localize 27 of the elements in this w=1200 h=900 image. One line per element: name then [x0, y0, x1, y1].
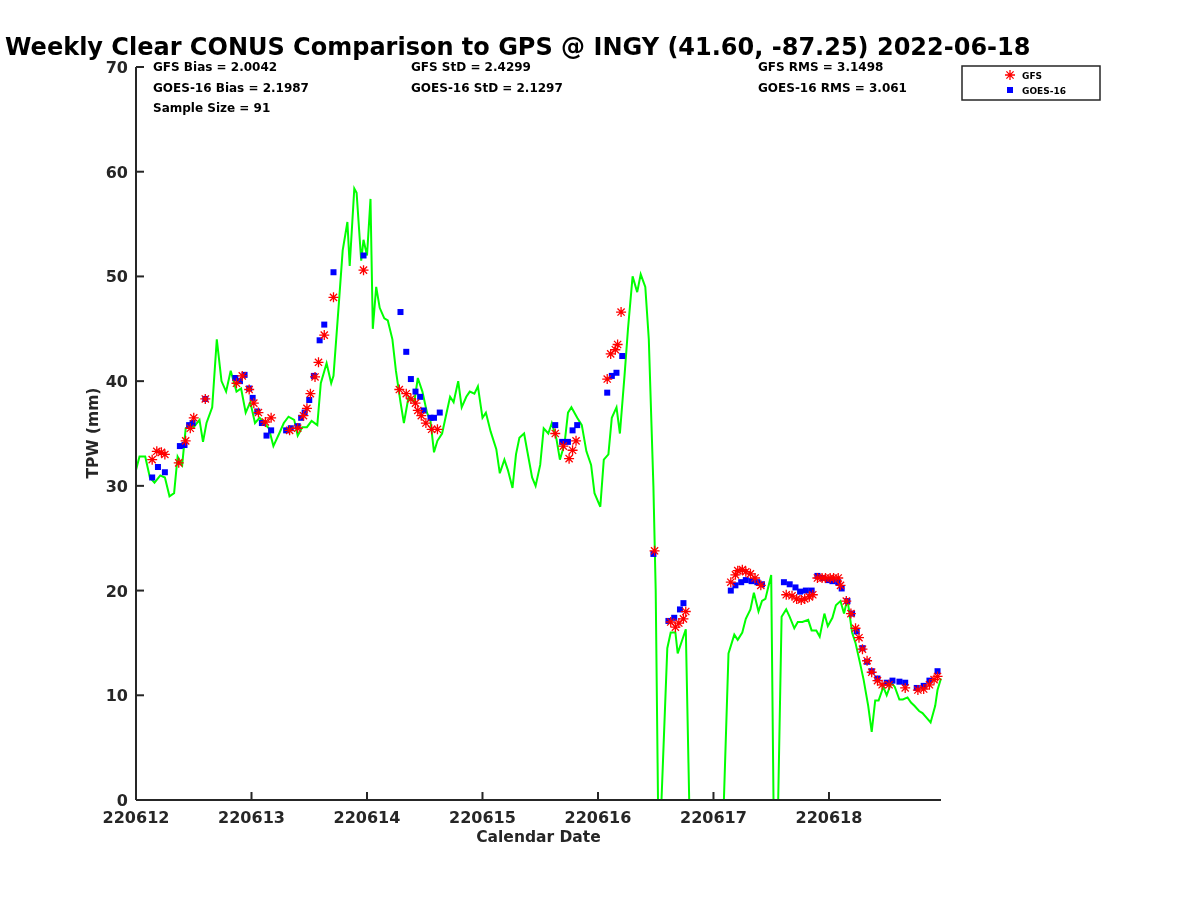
axis-tick-label: 30: [105, 476, 128, 496]
legend-label: GFS: [1022, 70, 1043, 81]
y-axis-label: TPW (mm): [84, 387, 102, 479]
axis-tick-label: 10: [105, 686, 128, 706]
statistic-label: GOES-16 Bias = 2.1987: [153, 80, 309, 95]
axis-tick-label: 0: [116, 791, 128, 810]
statistic-label: GOES-16 RMS = 3.061: [758, 80, 907, 95]
axis-tick-label: 220615: [449, 808, 516, 827]
axis-tick-label: 40: [105, 372, 128, 392]
statistic-label: GFS Bias = 2.0042: [153, 60, 278, 74]
axis-tick-label: 220612: [102, 808, 170, 827]
chart-title: Weekly Clear CONUS Comparison to GPS @ INGY (41.60, -87.25) 2022-06-18: [5, 33, 1031, 61]
axis-tick-label: 70: [105, 58, 128, 77]
axis-tick-label: 220614: [333, 808, 401, 827]
axis-tick-label: 20: [105, 581, 128, 601]
axis-tick-label: 60: [105, 162, 128, 182]
axis-tick-label: 220613: [218, 808, 285, 827]
statistic-label: GFS RMS = 3.1498: [758, 60, 884, 74]
x-axis-label: Calendar Date: [476, 828, 601, 846]
axis-tick-label: 50: [105, 267, 128, 287]
axis-tick-label: 220618: [795, 808, 863, 827]
statistic-label: Sample Size = 91: [153, 101, 271, 115]
statistic-label: GOES-16 StD = 2.1297: [411, 80, 563, 95]
axis-tick-label: 220617: [680, 808, 747, 827]
legend-label: GOES-16: [1022, 85, 1066, 96]
statistic-label: GFS StD = 2.4299: [411, 60, 531, 74]
axis-tick-label: 220616: [564, 808, 632, 827]
